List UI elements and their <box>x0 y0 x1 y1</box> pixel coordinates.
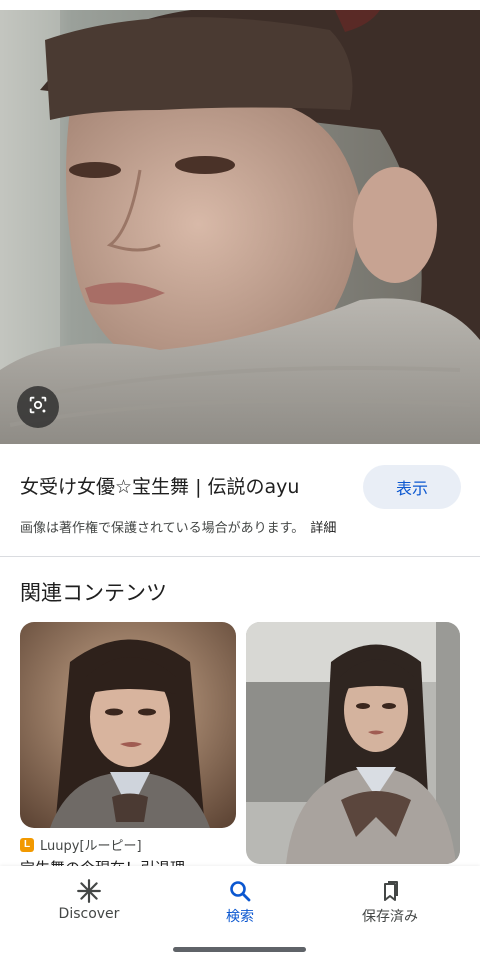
lens-search-button[interactable] <box>17 386 59 428</box>
nav-search[interactable]: 検索 <box>160 876 320 926</box>
result-title[interactable]: 女受け女優☆宝生舞 | 伝説のayu <box>20 474 350 500</box>
lens-icon <box>27 394 49 420</box>
nav-saved[interactable]: 保存済み <box>310 876 470 926</box>
copyright-text: 画像は著作権で保護されている場合があります。 <box>20 521 305 536</box>
site-favicon-icon: L <box>20 837 34 852</box>
bookmarks-icon <box>310 876 470 906</box>
related-card-source[interactable]: L Luupy[ルーピー] <box>20 835 142 854</box>
gesture-home-bar[interactable] <box>173 947 306 952</box>
nav-saved-label: 保存済み <box>362 909 418 925</box>
related-card-image[interactable] <box>20 622 236 828</box>
copyright-notice: 画像は著作権で保護されている場合があります。 詳細 <box>20 517 336 536</box>
search-icon <box>160 876 320 906</box>
visit-button[interactable]: 表示 <box>363 465 461 509</box>
divider <box>0 556 480 557</box>
nav-discover-label: Discover <box>58 906 120 922</box>
source-name: Luupy[ルーピー] <box>40 839 142 854</box>
asterisk-icon <box>9 876 169 906</box>
related-heading: 関連コンテンツ <box>20 581 167 605</box>
related-card-image[interactable] <box>246 622 460 864</box>
nav-search-label: 検索 <box>226 909 254 925</box>
hero-image[interactable] <box>0 10 480 444</box>
details-link[interactable]: 詳細 <box>310 521 336 536</box>
nav-discover[interactable]: Discover <box>9 876 169 922</box>
